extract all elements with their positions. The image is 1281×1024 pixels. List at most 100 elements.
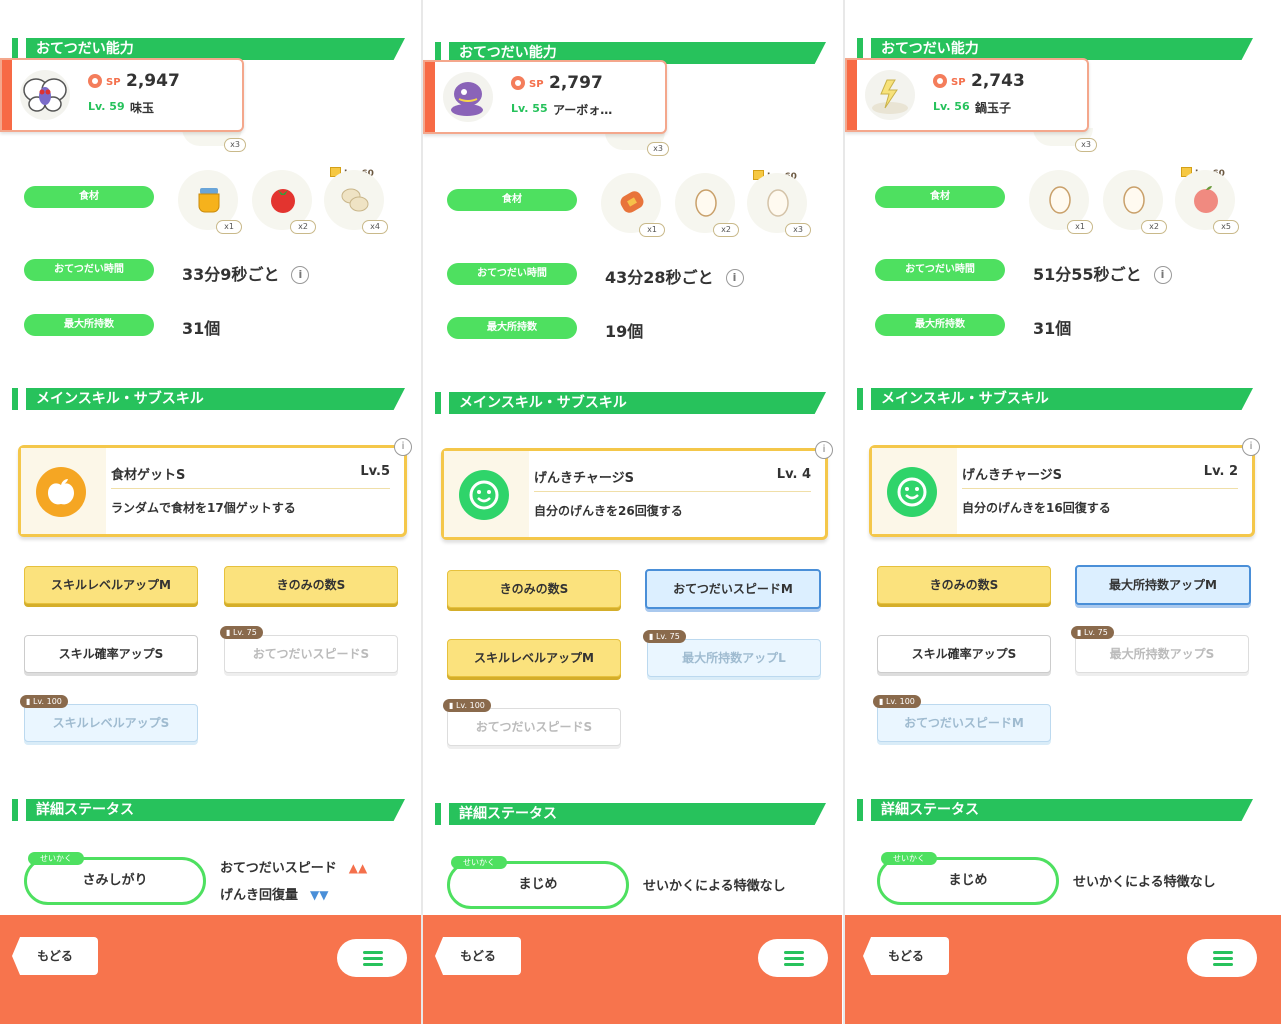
pokemon-card[interactable]: SP 2,797 Lv. 55 アーボォ… (423, 60, 667, 134)
egg-icon[interactable]: x1 (1029, 170, 1093, 234)
sub-skill-button[interactable]: きのみの数S (224, 566, 398, 604)
egg-icon[interactable]: x2 (1103, 170, 1167, 234)
nature-effect-none: せいかくによる特徴なし (643, 879, 786, 894)
hamburger-menu-icon[interactable] (1187, 939, 1257, 977)
sub-skill-button[interactable]: スキルレベルアップM (24, 566, 198, 604)
sub-skill-button[interactable]: 最大所持数アップM (1075, 565, 1251, 605)
info-icon[interactable]: i (725, 269, 744, 287)
max-carry-value: 31個 (1033, 319, 1072, 338)
ingredient-count: x4 (362, 220, 388, 234)
main-skill-description: 自分のげんきを16回復する (962, 501, 1111, 515)
ingredient-label: 食材 (875, 186, 1005, 208)
nature-tag: せいかく (881, 852, 937, 865)
pokemon-card[interactable]: SP 2,947 Lv. 59 味玉 (0, 58, 244, 132)
sp-value: 2,797 (549, 73, 603, 93)
sub-skill-button-locked[interactable]: 最大所持数アップS (1075, 635, 1249, 673)
lock-icon: ▮ (26, 697, 33, 706)
apple-icon[interactable]: x5 (1175, 170, 1239, 234)
sub-skill-button[interactable]: スキル確率アップS (877, 635, 1051, 673)
sub-skill-button[interactable]: おてつだいスピードM (645, 569, 821, 609)
section-header-skills: メインスキル・サブスキル (435, 392, 830, 414)
section-header-help: おてつだい能力 (12, 38, 409, 60)
egg-icon[interactable]: x3 (747, 173, 811, 237)
sub-skill-button[interactable]: スキルレベルアップM (447, 639, 621, 677)
pokemon-detail-panel-3: おてつだい能力 x3 SP 2,743 Lv. 56 鍋玉子 食材 x1 x2 … (845, 0, 1281, 1024)
hamburger-menu-icon[interactable] (758, 939, 828, 977)
sub-skill-button[interactable]: きのみの数S (447, 570, 621, 608)
pokemon-detail-panel-1: おてつだい能力 x3 SP 2,947 Lv. 59 味玉 食材 x1 x2 L… (0, 0, 421, 1024)
help-time-label: おてつだい時間 (447, 263, 577, 285)
butterfree-icon (20, 70, 70, 120)
sub-skill-button-locked[interactable]: スキルレベルアップS (24, 704, 198, 742)
potato-icon[interactable]: x4 (324, 170, 388, 234)
smile-icon (459, 470, 509, 520)
help-time-row: 33分9秒ごと i (182, 261, 310, 285)
max-carry-value: 31個 (182, 319, 221, 338)
lock-icon: ▮ (879, 697, 886, 706)
unlock-level-tag: ▮ Lv. 75 (643, 630, 686, 643)
honey-icon[interactable]: x1 (178, 170, 242, 234)
main-skill-description: ランダムで食材を17個ゲットする (111, 501, 296, 515)
sp-label: SP (951, 77, 966, 88)
max-carry-label: 最大所持数 (24, 314, 154, 336)
section-title: メインスキル・サブスキル (36, 391, 204, 407)
pokemon-level: Lv. 56 (933, 100, 970, 113)
info-icon[interactable]: i (291, 266, 310, 284)
apple-icon (36, 467, 86, 517)
sub-skill-button[interactable]: きのみの数S (877, 566, 1051, 604)
nature-effect-down: げんき回復量 ▼▼ (220, 888, 329, 903)
berry-count: x3 (224, 138, 246, 152)
ingredient-count: x1 (1067, 220, 1093, 234)
pokemon-detail-panel-2: おてつだい能力 x3 SP 2,797 Lv. 55 アーボォ… 食材 x1 x… (423, 0, 842, 1024)
help-time-row: 51分55秒ごと i (1033, 261, 1172, 285)
nature-tag: せいかく (28, 852, 84, 865)
section-header-detail: 詳細ステータス (857, 799, 1257, 821)
sp-label: SP (106, 77, 121, 88)
sub-skill-button-locked[interactable]: おてつだいスピードS (224, 635, 398, 673)
lock-icon: ▮ (449, 701, 456, 710)
sub-skill-button-locked[interactable]: おてつだいスピードM (877, 704, 1051, 742)
sausage-icon[interactable]: x1 (601, 173, 665, 237)
nature-effect-none: せいかくによる特徴なし (1073, 875, 1216, 890)
bottom-bar: もどる (0, 915, 421, 1024)
info-icon[interactable]: i (1153, 266, 1172, 284)
help-time-value: 43分28秒ごと (605, 268, 714, 287)
down-arrow-icon: ▼▼ (310, 888, 329, 902)
tomato-icon[interactable]: x2 (252, 170, 316, 234)
main-skill-card[interactable]: 食材ゲットS Lv.5 ランダムで食材を17個ゲットする i (18, 438, 412, 537)
ingredient-count: x5 (1213, 220, 1239, 234)
nature-tag: せいかく (451, 856, 507, 869)
info-icon[interactable]: i (1242, 438, 1260, 456)
help-time-label: おてつだい時間 (24, 259, 154, 281)
hamburger-menu-icon[interactable] (337, 939, 407, 977)
pokemon-card[interactable]: SP 2,743 Lv. 56 鍋玉子 (845, 58, 1089, 132)
main-skill-name: 食材ゲットS (111, 468, 186, 483)
pokemon-level: Lv. 55 (511, 102, 548, 115)
smile-icon (887, 467, 937, 517)
info-icon[interactable]: i (394, 438, 412, 456)
info-icon[interactable]: i (815, 441, 833, 459)
pokemon-name: 鍋玉子 (975, 101, 1012, 115)
sp-value: 2,743 (971, 71, 1025, 91)
max-carry-value: 19個 (605, 322, 644, 341)
pokemon-name: 味玉 (130, 101, 155, 115)
main-skill-card[interactable]: げんきチャージS Lv. 2 自分のげんきを16回復する i (869, 438, 1260, 537)
back-button[interactable]: もどる (435, 937, 521, 975)
main-skill-card[interactable]: げんきチャージS Lv. 4 自分のげんきを26回復する i (441, 441, 833, 540)
sub-skill-button-locked[interactable]: 最大所持数アップL (647, 639, 821, 677)
sub-skill-button-locked[interactable]: おてつだいスピードS (447, 708, 621, 746)
unlock-level-tag: ▮ Lv. 75 (220, 626, 263, 639)
egg-icon[interactable]: x2 (675, 173, 739, 237)
bottom-bar: もどる (423, 915, 842, 1024)
pokemon-name: アーボォ… (553, 103, 613, 117)
ingredient-label: 食材 (24, 186, 154, 208)
main-skill-level: Lv. 4 (776, 467, 811, 482)
sp-icon (88, 74, 102, 88)
section-header-detail: 詳細ステータス (435, 803, 830, 825)
pichu-icon (865, 70, 915, 120)
section-title: メインスキル・サブスキル (881, 391, 1049, 407)
back-button[interactable]: もどる (863, 937, 949, 975)
back-button[interactable]: もどる (12, 937, 98, 975)
unlock-level-tag: ▮ Lv. 100 (873, 695, 921, 708)
sub-skill-button[interactable]: スキル確率アップS (24, 635, 198, 673)
